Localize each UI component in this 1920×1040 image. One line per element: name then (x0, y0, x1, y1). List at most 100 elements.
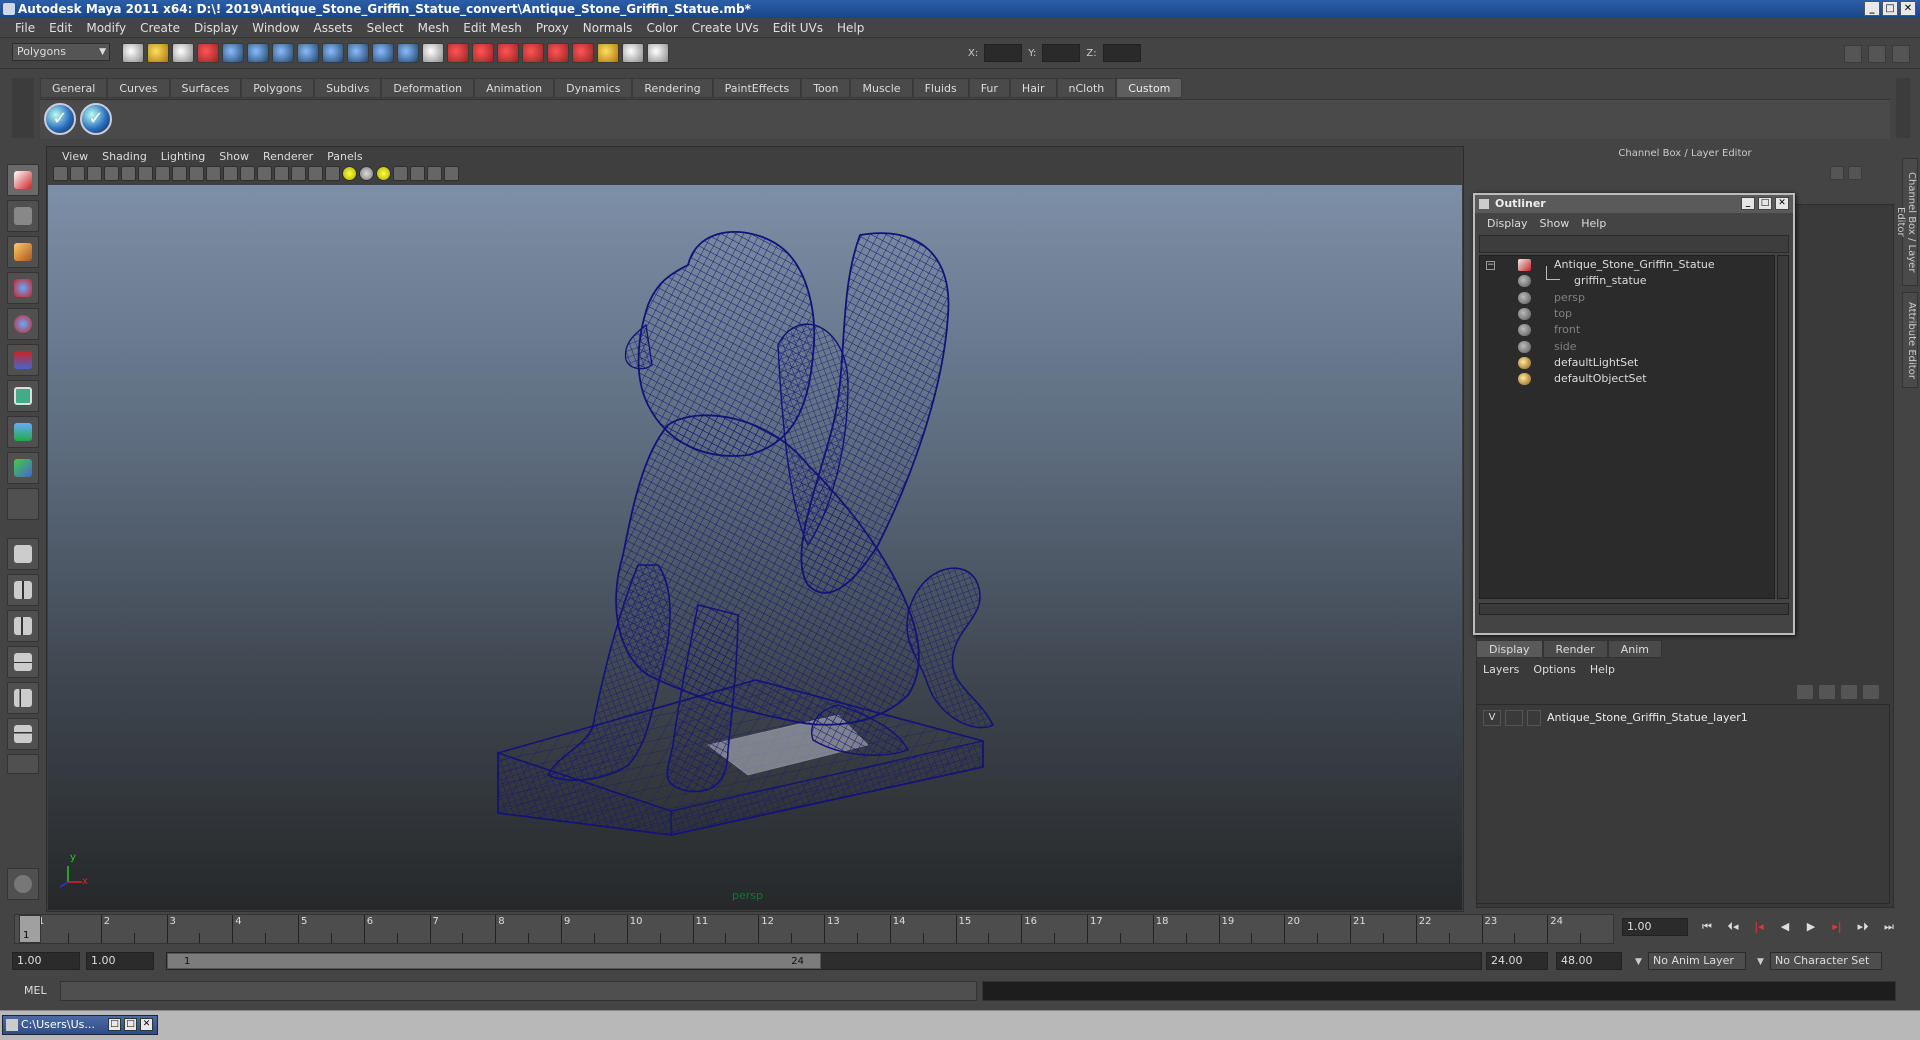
viewport-menu-view[interactable]: View (55, 150, 95, 163)
render-icon[interactable] (472, 43, 494, 63)
menu-create[interactable]: Create (133, 21, 187, 35)
shelf-tab-subdivs[interactable]: Subdivs (314, 78, 382, 98)
task-restore-button[interactable]: □ (108, 1018, 121, 1031)
layer-menu-help[interactable]: Help (1583, 663, 1622, 676)
show-tool-settings-icon[interactable] (1868, 45, 1886, 63)
attribute-editor-side-tab[interactable]: Attribute Editor (1902, 292, 1918, 388)
menu-edit-mesh[interactable]: Edit Mesh (456, 21, 529, 35)
save-scene-icon[interactable] (172, 43, 194, 63)
wireframe-on-shaded-icon[interactable] (308, 166, 323, 181)
render-view-icon[interactable] (447, 43, 469, 63)
custom-shelf-button-2[interactable]: ✓ (80, 103, 112, 135)
show-manipulator-tool[interactable] (7, 452, 39, 484)
wireframe-icon[interactable] (274, 166, 289, 181)
dock-float-icon[interactable] (1830, 166, 1844, 180)
range-slider-handle[interactable]: 1 24 (167, 953, 821, 969)
lasso-tool[interactable] (7, 200, 39, 232)
outliner-graph-layout[interactable] (7, 718, 39, 750)
grid-icon[interactable] (155, 166, 170, 181)
two-d-pan-icon[interactable] (138, 166, 153, 181)
outliner-menu-help[interactable]: Help (1575, 217, 1612, 230)
z-field[interactable] (1102, 44, 1141, 62)
anim-layer-select[interactable]: ▼ No Anim Layer (1635, 952, 1746, 970)
menu-assets[interactable]: Assets (307, 21, 360, 35)
shelf-tab-dynamics[interactable]: Dynamics (554, 78, 633, 98)
snap-point-icon[interactable] (322, 43, 344, 63)
menu-edit-uvs[interactable]: Edit UVs (766, 21, 830, 35)
shelf-tab-hair[interactable]: Hair (1009, 78, 1057, 98)
universal-manipulator-tool[interactable] (7, 380, 39, 412)
animation-start-field[interactable]: 1.00 (12, 952, 80, 970)
input-ops-icon[interactable] (572, 43, 594, 63)
outliner-horizontal-scrollbar[interactable] (1479, 603, 1789, 615)
isolate-select-icon[interactable] (393, 166, 408, 181)
viewport-menu-show[interactable]: Show (212, 150, 256, 163)
menu-mesh[interactable]: Mesh (411, 21, 457, 35)
move-tool[interactable] (7, 272, 39, 304)
shelf-tab-surfaces[interactable]: Surfaces (169, 78, 242, 98)
character-set-select[interactable]: ▼ No Character Set (1757, 952, 1882, 970)
xray-icon[interactable] (410, 166, 425, 181)
viewport-menu-panels[interactable]: Panels (320, 150, 369, 163)
shelf-tab-toon[interactable]: Toon (801, 78, 851, 98)
snap-plane-icon[interactable] (347, 43, 369, 63)
make-live-icon[interactable] (397, 43, 419, 63)
step-back-key-button[interactable]: ⏴◂ (1722, 918, 1744, 936)
shelf-tab-painteffects[interactable]: PaintEffects (712, 78, 802, 98)
shelf-tab-custom[interactable]: Custom (1116, 78, 1183, 98)
outliner-title-bar[interactable]: Outliner _ □ ✕ (1475, 195, 1793, 213)
select-object-icon[interactable] (222, 43, 244, 63)
create-empty-layer-icon[interactable] (1840, 684, 1858, 700)
select-camera-icon[interactable] (53, 166, 68, 181)
menu-create-uvs[interactable]: Create UVs (685, 21, 766, 35)
hypershade-icon[interactable] (547, 43, 569, 63)
shelf-tab-muscle[interactable]: Muscle (850, 78, 913, 98)
shelf-menu-handle[interactable] (12, 78, 34, 138)
history-icon[interactable] (422, 43, 444, 63)
go-to-start-button[interactable]: ⏮ (1696, 918, 1718, 936)
four-pane-layout[interactable] (7, 574, 39, 606)
snap-curve-icon[interactable] (297, 43, 319, 63)
ipr-icon[interactable] (497, 43, 519, 63)
create-layer-from-selection-icon[interactable] (1862, 684, 1880, 700)
render-settings-icon[interactable] (522, 43, 544, 63)
shelf-tab-ncloth[interactable]: nCloth (1056, 78, 1117, 98)
shelf-scroll[interactable] (1896, 78, 1910, 138)
shelf-tab-animation[interactable]: Animation (474, 78, 555, 98)
channel-box-side-tab[interactable]: Channel Box / Layer Editor (1895, 158, 1918, 286)
image-plane-icon[interactable] (104, 166, 119, 181)
layout-more[interactable] (7, 754, 39, 774)
shelf-tab-general[interactable]: General (40, 78, 108, 98)
outliner-close-button[interactable]: ✕ (1775, 197, 1789, 210)
playback-start-field[interactable]: 1.00 (86, 952, 154, 970)
viewport-menu-shading[interactable]: Shading (95, 150, 154, 163)
resolution-gate-icon[interactable] (189, 166, 204, 181)
use-all-lights-icon[interactable] (342, 166, 357, 181)
play-forwards-button[interactable]: ▶ (1800, 918, 1822, 936)
menu-color[interactable]: Color (639, 21, 684, 35)
outliner-item-side[interactable]: side (1480, 338, 1770, 356)
layer-tab-render[interactable]: Render (1542, 640, 1608, 658)
select-component-icon[interactable] (247, 43, 269, 63)
outliner-item-griffin-statue[interactable]: griffin_statue (1480, 266, 1770, 290)
layer-menu-layers[interactable]: Layers (1476, 663, 1526, 676)
select-hierarchy-icon[interactable] (197, 43, 219, 63)
single-pane-layout[interactable] (7, 538, 39, 570)
dock-close-icon[interactable] (1848, 166, 1862, 180)
shelf-tab-rendering[interactable]: Rendering (632, 78, 713, 98)
current-time-field[interactable]: 1.00 (1622, 918, 1688, 936)
paint-select-tool[interactable] (7, 236, 39, 268)
safe-action-icon[interactable] (240, 166, 255, 181)
move-layer-down-icon[interactable] (1818, 684, 1836, 700)
outliner-menu-display[interactable]: Display (1481, 217, 1534, 230)
hardware-render-icon[interactable] (444, 166, 459, 181)
step-forward-key-button[interactable]: ▸⏵ (1852, 918, 1874, 936)
minimize-button[interactable]: _ (1864, 1, 1880, 16)
outliner-item-defaultobjectset[interactable]: defaultObjectSet (1480, 370, 1770, 388)
griffin-statue-wireframe[interactable] (48, 185, 1462, 910)
ambient-occlusion-icon[interactable] (376, 166, 391, 181)
camera-attributes-icon[interactable] (70, 166, 85, 181)
outliner-filter-input[interactable] (1479, 235, 1789, 253)
menu-help[interactable]: Help (830, 21, 871, 35)
rotate-tool[interactable] (7, 308, 39, 340)
